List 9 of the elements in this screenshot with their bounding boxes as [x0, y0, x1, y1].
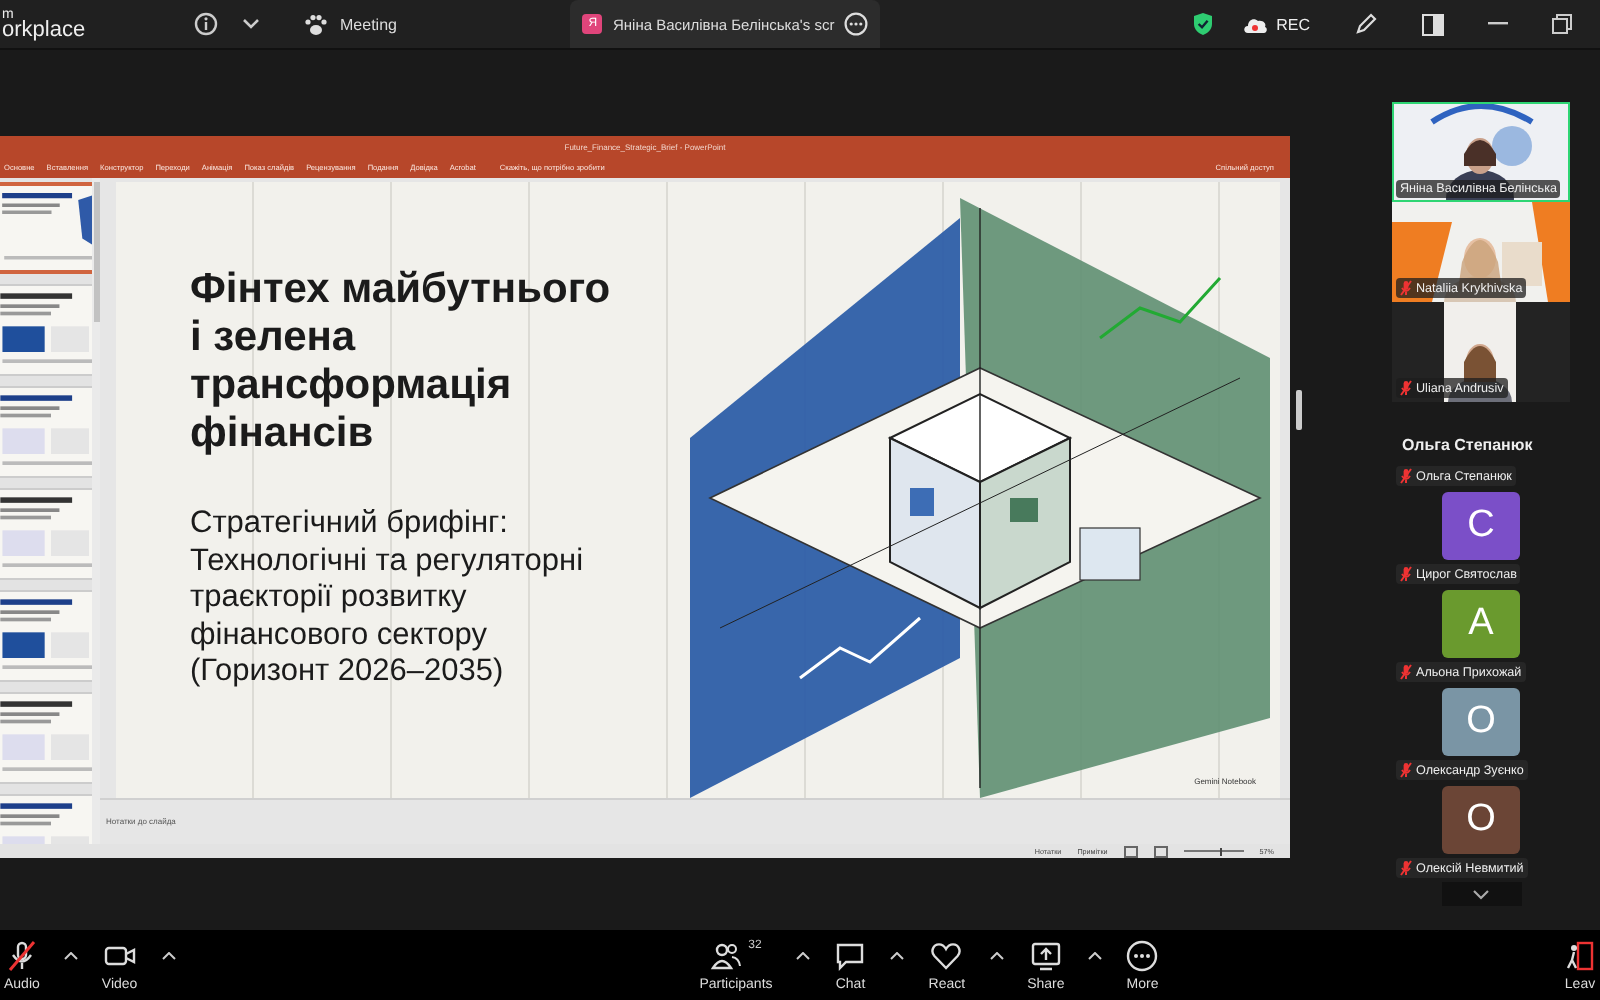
slide-title: Фінтех майбутнього і зелена трансформація фінансів — [190, 266, 613, 458]
meeting-button[interactable]: Meeting — [304, 13, 397, 35]
avatar: A — [1442, 590, 1520, 658]
avatar: C — [1442, 492, 1520, 560]
active-speaker-name: Ольга Степанюк — [1400, 436, 1533, 454]
slide-subtitle: Стратегічний брифінг: Технологічні та регуляторні траєкторії розвитку фінансового сектору (Горизонт 2026–2035) — [190, 506, 586, 691]
record-button[interactable]: REC — [1242, 15, 1310, 33]
avatar: O — [1442, 786, 1520, 854]
avatar: O — [1442, 688, 1520, 756]
